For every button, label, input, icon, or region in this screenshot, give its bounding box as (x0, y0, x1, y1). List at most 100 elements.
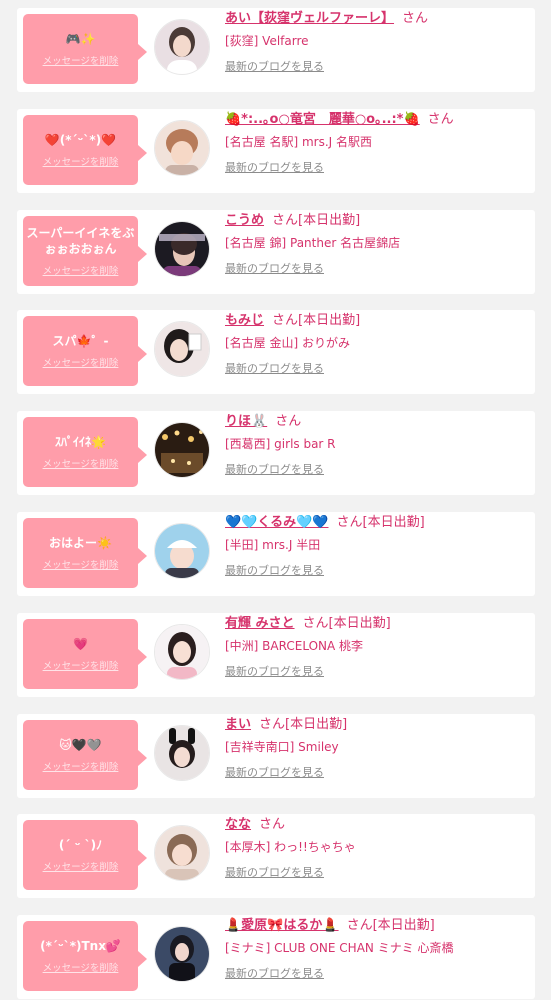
status-badge: [本日出勤] (328, 616, 391, 631)
girl-name-link[interactable]: りほ🐰 (225, 414, 267, 429)
delete-message-link[interactable]: メッセージを削除 (43, 859, 119, 873)
woman-portrait-icon (155, 20, 209, 74)
delete-message-link[interactable]: メッセージを削除 (43, 960, 119, 974)
delete-message-link[interactable]: メッセージを削除 (43, 759, 119, 773)
woman-cap-icon (155, 524, 209, 578)
latest-blog-link[interactable]: 最新のブログを見る (225, 663, 324, 679)
message-card: スパ🍁゜- メッセージを削除 もみじ さん[本日出勤] [名古屋 金山] おりがみ… (17, 310, 535, 394)
honorific: さん (272, 213, 299, 228)
honorific: さん (346, 918, 373, 933)
latest-blog-link[interactable]: 最新のブログを見る (225, 764, 324, 780)
woman-portrait-icon (155, 625, 209, 679)
night-lights-icon (155, 423, 209, 477)
message-bubble: (*ˊᵕˋ*)Tnx💕 メッセージを削除 (23, 921, 147, 991)
message-card: ❤️(*ˊᵕˋ*)❤️ メッセージを削除 🍓*:..｡o○竜宮 麗華○o｡..:… (17, 109, 535, 193)
shop-label: [名古屋 名駅] mrs.J 名駅西 (225, 135, 373, 149)
avatar[interactable] (154, 422, 210, 478)
latest-blog-link[interactable]: 最新のブログを見る (225, 260, 324, 276)
girl-name-link[interactable]: あい【荻窪ヴェルファーレ】 (225, 11, 394, 26)
message-card: ｽﾊﾟｲｲﾈ🌟 メッセージを削除 りほ🐰 さん [西葛西] girls bar R… (17, 411, 535, 495)
message-bubble: 💗 メッセージを削除 (23, 619, 147, 689)
message-card: (*ˊᵕˋ*)Tnx💕 メッセージを削除 💄愛原🎀はるか💄 さん[本日出勤] [ミ… (17, 915, 535, 999)
woman-hair-icon (155, 121, 209, 175)
delete-message-link[interactable]: メッセージを削除 (43, 658, 119, 672)
girl-name-link[interactable]: もみじ (225, 313, 264, 328)
avatar[interactable] (154, 624, 210, 680)
message-card: 🎮✨ メッセージを削除 あい【荻窪ヴェルファーレ】 さん [荻窪] Velfarr… (17, 8, 535, 92)
honorific: さん (275, 414, 302, 429)
honorific: さん (336, 515, 363, 530)
message-card: スーパーイイネをぶぉぉおおぉん メッセージを削除 こうめ さん[本日出勤] [名古… (17, 210, 535, 294)
delete-message-link[interactable]: メッセージを削除 (43, 53, 119, 67)
girl-name-link[interactable]: こうめ (225, 213, 264, 228)
avatar[interactable] (154, 120, 210, 176)
message-bubble: ❤️(*ˊᵕˋ*)❤️ メッセージを削除 (23, 115, 147, 185)
girl-name-link[interactable]: まい (225, 717, 251, 732)
girl-name-link[interactable]: 💙🩵くるみ🩵💙 (225, 515, 329, 530)
latest-blog-link[interactable]: 最新のブログを見る (225, 965, 324, 981)
shop-label: [西葛西] girls bar R (225, 437, 336, 451)
avatar[interactable] (154, 825, 210, 881)
delete-message-link[interactable]: メッセージを削除 (43, 456, 119, 470)
latest-blog-link[interactable]: 最新のブログを見る (225, 58, 324, 74)
honorific: さん (259, 717, 286, 732)
message-text: 🐱🖤🩶 (59, 738, 102, 752)
message-text: スーパーイイネをぶぉぉおおぉん (26, 226, 135, 256)
message-text: (ˊ ᵕ ˋ)ﾉ (58, 838, 103, 852)
message-card: 🐱🖤🩶 メッセージを削除 まい さん[本日出勤] [吉祥寺南口] Smiley 最… (17, 714, 535, 798)
honorific: さん (272, 313, 299, 328)
latest-blog-link[interactable]: 最新のブログを見る (225, 864, 324, 880)
message-card: (ˊ ᵕ ˋ)ﾉ メッセージを削除 なな さん [本厚木] わっ!!ちゃちゃ 最新… (17, 814, 535, 898)
message-bubble: スパ🍁゜- メッセージを削除 (23, 316, 147, 386)
status-badge: [本日出勤] (298, 313, 361, 328)
girl-name-link[interactable]: 💄愛原🎀はるか💄 (225, 918, 339, 933)
delete-message-link[interactable]: メッセージを削除 (43, 154, 119, 168)
message-text: (*ˊᵕˋ*)Tnx💕 (40, 939, 121, 953)
panther-logo-icon (155, 222, 209, 276)
status-badge: [本日出勤] (285, 717, 348, 732)
delete-message-link[interactable]: メッセージを削除 (43, 557, 119, 571)
latest-blog-link[interactable]: 最新のブログを見る (225, 461, 324, 477)
avatar[interactable] (154, 221, 210, 277)
shop-label: [吉祥寺南口] Smiley (225, 740, 339, 754)
message-card: おはよー☀️ メッセージを削除 💙🩵くるみ🩵💙 さん[本日出勤] [半田] mrs… (17, 512, 535, 596)
shop-label: [名古屋 金山] おりがみ (225, 336, 350, 350)
status-badge: [本日出勤] (362, 515, 425, 530)
honorific: さん (402, 11, 429, 26)
girl-name-link[interactable]: 🍓*:..｡o○竜宮 麗華○o｡..:*🍓 (225, 112, 420, 127)
honorific: さん (302, 616, 329, 631)
message-bubble: 🐱🖤🩶 メッセージを削除 (23, 720, 147, 790)
girl-name-link[interactable]: 有輝 みさと (225, 616, 295, 631)
delete-message-link[interactable]: メッセージを削除 (43, 263, 119, 277)
girl-name-link[interactable]: なな (225, 817, 251, 832)
woman-portrait-icon (155, 826, 209, 880)
message-text: 💗 (73, 637, 88, 651)
avatar[interactable] (154, 523, 210, 579)
avatar[interactable] (154, 321, 210, 377)
message-bubble: おはよー☀️ メッセージを削除 (23, 518, 147, 588)
latest-blog-link[interactable]: 最新のブログを見る (225, 360, 324, 376)
message-text: おはよー☀️ (49, 536, 112, 550)
latest-blog-link[interactable]: 最新のブログを見る (225, 562, 324, 578)
message-card: 💗 メッセージを削除 有輝 みさと さん[本日出勤] [中洲] BARCELONA… (17, 613, 535, 697)
honorific: さん (427, 112, 454, 127)
status-badge: [本日出勤] (372, 918, 435, 933)
message-text: ｽﾊﾟｲｲﾈ🌟 (55, 435, 106, 449)
shop-label: [中洲] BARCELONA 桃李 (225, 639, 364, 653)
message-bubble: 🎮✨ メッセージを削除 (23, 14, 147, 84)
message-list: 🎮✨ メッセージを削除 あい【荻窪ヴェルファーレ】 さん [荻窪] Velfarr… (0, 0, 551, 1000)
avatar[interactable] (154, 926, 210, 982)
message-bubble: ｽﾊﾟｲｲﾈ🌟 メッセージを削除 (23, 417, 147, 487)
delete-message-link[interactable]: メッセージを削除 (43, 355, 119, 369)
woman-dark-icon (155, 927, 209, 981)
message-text: ❤️(*ˊᵕˋ*)❤️ (44, 133, 117, 147)
message-text: スパ🍁゜- (52, 334, 109, 348)
avatar[interactable] (154, 725, 210, 781)
message-bubble: スーパーイイネをぶぉぉおおぉん メッセージを削除 (23, 216, 147, 286)
shop-label: [本厚木] わっ!!ちゃちゃ (225, 840, 356, 854)
avatar[interactable] (154, 19, 210, 75)
status-badge: [本日出勤] (298, 213, 361, 228)
honorific: さん (259, 817, 286, 832)
shop-label: [ミナミ] CLUB ONE CHAN ミナミ 心斎橋 (225, 941, 454, 955)
latest-blog-link[interactable]: 最新のブログを見る (225, 159, 324, 175)
